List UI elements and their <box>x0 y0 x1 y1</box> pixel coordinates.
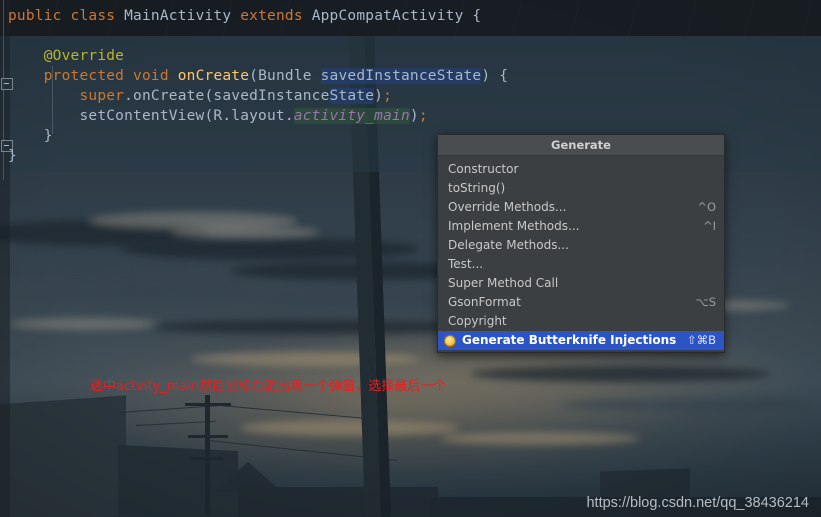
generate-menu-item[interactable]: Copyright <box>438 312 724 331</box>
gutter-divider <box>3 0 4 180</box>
code-token: @Override <box>43 48 125 64</box>
generate-menu-item[interactable]: Super Method Call <box>438 274 724 293</box>
code-token: State <box>329 88 375 104</box>
generate-popup-title: Generate <box>438 135 724 156</box>
generate-menu-item-label: toString() <box>448 181 506 195</box>
generate-popup-list[interactable]: Constructor toString() Override Methods...… <box>438 156 724 352</box>
code-token: AppCompatActivity <box>311 8 464 24</box>
generate-menu-item[interactable]: Test... <box>438 255 724 274</box>
code-token: { <box>463 8 482 24</box>
code-token: activity_main <box>293 108 410 124</box>
code-token: setContentView(R.layout. <box>79 108 294 124</box>
generate-menu-item-shortcut: ⌥S <box>695 295 716 309</box>
code-token: ) <box>409 108 419 124</box>
generate-menu-item-label: Super Method Call <box>448 276 559 290</box>
code-token: extends <box>240 8 303 24</box>
generate-menu-item-label: GsonFormat <box>448 295 521 309</box>
code-token: } <box>8 148 17 164</box>
generate-menu-item-shortcut: ⇧⌘B <box>686 333 716 347</box>
code-token: ) <box>374 88 384 104</box>
code-token: public <box>8 8 62 24</box>
screen: public class MainActivity extends AppCom… <box>0 0 821 517</box>
code-token: } <box>8 128 53 144</box>
code-token: ; <box>383 88 393 104</box>
generate-menu-item-label: Generate Butterknife Injections <box>462 333 677 347</box>
butterknife-dot-icon <box>444 334 458 348</box>
generate-menu-item[interactable]: Delegate Methods... <box>438 236 724 255</box>
generate-menu-item[interactable]: GsonFormat ⌥S <box>438 293 724 312</box>
code-token: class <box>70 8 116 24</box>
code-token: onCreate <box>177 68 250 84</box>
generate-menu-item[interactable]: Implement Methods... ^I <box>438 217 724 236</box>
code-token: .onCreate(savedInstance <box>124 88 330 104</box>
code-token: ) { <box>481 68 509 84</box>
generate-menu-item[interactable]: Constructor <box>438 160 724 179</box>
generate-popup[interactable]: Generate Constructor toString() Override M… <box>437 134 725 353</box>
generate-menu-item[interactable]: Generate Butterknife Injections ⇧⌘B <box>438 331 724 350</box>
code-token: ( <box>249 68 259 84</box>
code-token: protected <box>43 68 125 84</box>
generate-menu-item-label: Copyright <box>448 314 507 328</box>
editor-code-text[interactable]: public class MainActivity extends AppCom… <box>8 6 508 166</box>
generate-menu-item-shortcut: ^I <box>702 219 716 233</box>
code-token: savedInstanceState <box>320 68 482 84</box>
generate-menu-item-shortcut: ^O <box>697 200 716 214</box>
generate-menu-item-label: Delegate Methods... <box>448 238 569 252</box>
generate-menu-item-label: Override Methods... <box>448 200 567 214</box>
generate-menu-item[interactable]: toString() <box>438 179 724 198</box>
code-token: Bundle <box>258 68 321 84</box>
generate-menu-item-label: Test... <box>448 257 484 271</box>
generate-menu-item-label: Constructor <box>448 162 519 176</box>
watermark-text: https://blog.csdn.net/qq_38436214 <box>586 495 809 511</box>
code-token: MainActivity <box>124 8 232 24</box>
annotation-text: 选中actvity_main然后鼠标右键出现一个弹窗，选择最后一个 <box>90 379 447 394</box>
code-token: void <box>133 68 169 84</box>
generate-menu-item-label: Implement Methods... <box>448 219 580 233</box>
code-token: super <box>79 88 125 104</box>
generate-menu-item[interactable]: Override Methods... ^O <box>438 198 724 217</box>
code-token: ; <box>418 108 428 124</box>
